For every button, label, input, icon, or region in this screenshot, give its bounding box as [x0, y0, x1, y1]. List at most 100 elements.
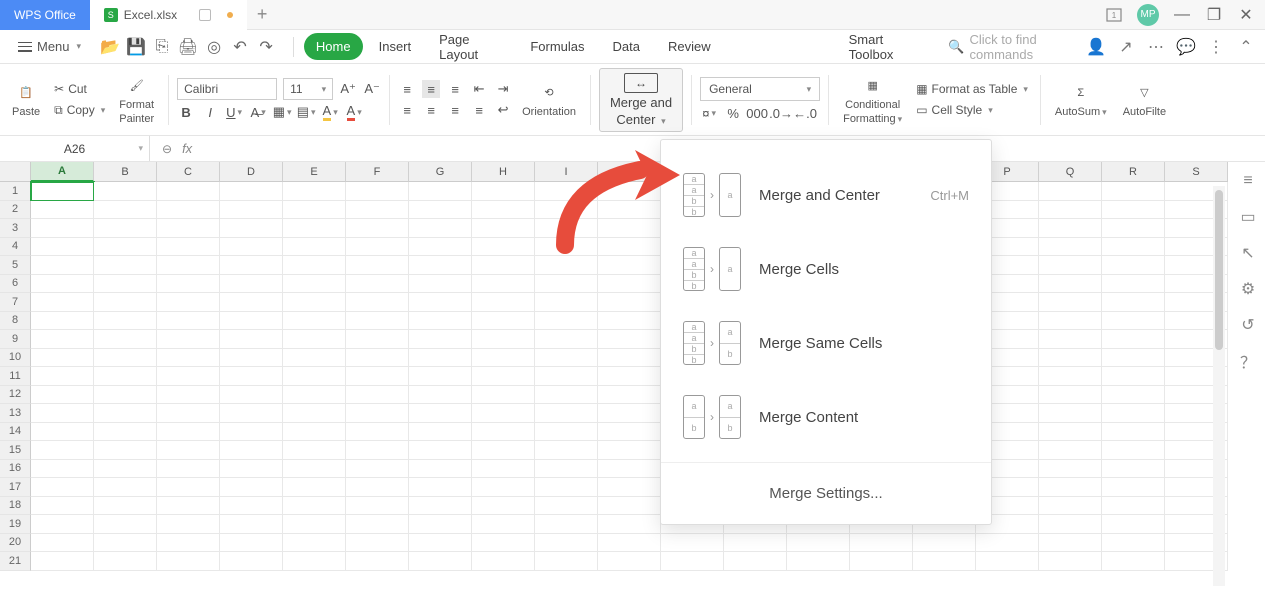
cell[interactable]	[535, 238, 598, 257]
autofilter-button[interactable]: ▽ AutoFilte	[1117, 82, 1172, 118]
cell[interactable]	[94, 182, 157, 201]
cell[interactable]	[1039, 404, 1102, 423]
column-header-F[interactable]: F	[346, 162, 409, 182]
undo-icon[interactable]: ↶	[231, 38, 249, 56]
cell[interactable]	[346, 404, 409, 423]
cell[interactable]	[1039, 256, 1102, 275]
cell[interactable]	[1102, 349, 1165, 368]
menu-item-merge-settings[interactable]: Merge Settings...	[661, 471, 991, 506]
align-left-icon[interactable]: ≡	[398, 101, 416, 119]
cell[interactable]	[472, 312, 535, 331]
cell[interactable]	[409, 201, 472, 220]
command-search[interactable]: 🔍 Click to find commands	[948, 32, 1083, 62]
column-header-I[interactable]: I	[535, 162, 598, 182]
cell[interactable]	[94, 552, 157, 571]
cell[interactable]	[1039, 386, 1102, 405]
more-icon[interactable]: ⋯	[1147, 38, 1165, 56]
cell[interactable]	[1039, 219, 1102, 238]
cell[interactable]	[346, 238, 409, 257]
cell[interactable]	[220, 219, 283, 238]
cell[interactable]	[346, 330, 409, 349]
cell[interactable]	[598, 460, 661, 479]
row-header-15[interactable]: 15	[0, 441, 31, 460]
row-header-11[interactable]: 11	[0, 367, 31, 386]
cell[interactable]	[283, 182, 346, 201]
cell[interactable]	[1102, 534, 1165, 553]
cell[interactable]	[598, 312, 661, 331]
cell[interactable]	[346, 182, 409, 201]
cell[interactable]	[31, 552, 94, 571]
cell[interactable]	[94, 497, 157, 516]
app-tab[interactable]: WPS Office	[0, 0, 90, 30]
align-right-icon[interactable]: ≡	[446, 101, 464, 119]
column-header-J[interactable]: J	[598, 162, 661, 182]
cell[interactable]	[31, 256, 94, 275]
cell[interactable]	[283, 423, 346, 442]
cell[interactable]	[598, 386, 661, 405]
tab-page-layout[interactable]: Page Layout	[427, 26, 514, 68]
cell[interactable]	[409, 460, 472, 479]
cell[interactable]	[283, 515, 346, 534]
cell[interactable]	[1102, 182, 1165, 201]
cell[interactable]	[409, 275, 472, 294]
format-painter-button[interactable]: 🖌 Format Painter	[113, 75, 160, 125]
cell[interactable]	[346, 256, 409, 275]
cell[interactable]	[409, 330, 472, 349]
cell[interactable]	[1039, 293, 1102, 312]
cell[interactable]	[409, 293, 472, 312]
cell[interactable]	[1102, 515, 1165, 534]
cell[interactable]	[283, 201, 346, 220]
row-header-10[interactable]: 10	[0, 349, 31, 368]
decrease-indent-icon[interactable]: ⇤	[470, 80, 488, 98]
cell[interactable]	[31, 219, 94, 238]
cell[interactable]	[724, 552, 787, 571]
cell[interactable]	[31, 330, 94, 349]
paste-button[interactable]: 📋 Paste	[6, 82, 46, 118]
cell[interactable]	[283, 349, 346, 368]
cell[interactable]	[31, 201, 94, 220]
cell[interactable]	[94, 275, 157, 294]
cell[interactable]	[31, 293, 94, 312]
currency-icon[interactable]: ¤▾	[700, 104, 718, 122]
cell[interactable]	[1039, 515, 1102, 534]
cell[interactable]	[31, 182, 94, 201]
cell[interactable]	[283, 478, 346, 497]
file-tab[interactable]: S Excel.xlsx	[90, 0, 247, 30]
cell[interactable]	[535, 441, 598, 460]
cell[interactable]	[850, 534, 913, 553]
cell[interactable]	[409, 534, 472, 553]
row-header-19[interactable]: 19	[0, 515, 31, 534]
cell[interactable]	[472, 349, 535, 368]
cell[interactable]	[94, 460, 157, 479]
cell[interactable]	[94, 238, 157, 257]
cell[interactable]	[220, 330, 283, 349]
cell[interactable]	[220, 552, 283, 571]
fx-icon[interactable]: fx	[182, 141, 192, 156]
cell[interactable]	[976, 534, 1039, 553]
cell[interactable]	[472, 478, 535, 497]
cell[interactable]	[1039, 534, 1102, 553]
cell[interactable]	[535, 201, 598, 220]
cell[interactable]	[157, 386, 220, 405]
cell[interactable]	[1039, 441, 1102, 460]
cell[interactable]	[220, 534, 283, 553]
cell[interactable]	[283, 497, 346, 516]
cell[interactable]	[346, 423, 409, 442]
cell[interactable]	[94, 256, 157, 275]
cell[interactable]	[1102, 386, 1165, 405]
name-box[interactable]: A26 ▾	[0, 136, 150, 161]
cell[interactable]	[283, 367, 346, 386]
tab-home[interactable]: Home	[304, 33, 363, 60]
cell[interactable]	[31, 349, 94, 368]
cell[interactable]	[346, 478, 409, 497]
row-header-21[interactable]: 21	[0, 552, 31, 571]
cell[interactable]	[157, 404, 220, 423]
cell[interactable]	[850, 552, 913, 571]
cell[interactable]	[535, 534, 598, 553]
row-header-13[interactable]: 13	[0, 404, 31, 423]
menu-item-merge-cells[interactable]: aabb › a Merge Cells	[661, 232, 991, 306]
cell[interactable]	[1102, 404, 1165, 423]
cell[interactable]	[1039, 460, 1102, 479]
cell[interactable]	[535, 460, 598, 479]
cell[interactable]	[1102, 367, 1165, 386]
